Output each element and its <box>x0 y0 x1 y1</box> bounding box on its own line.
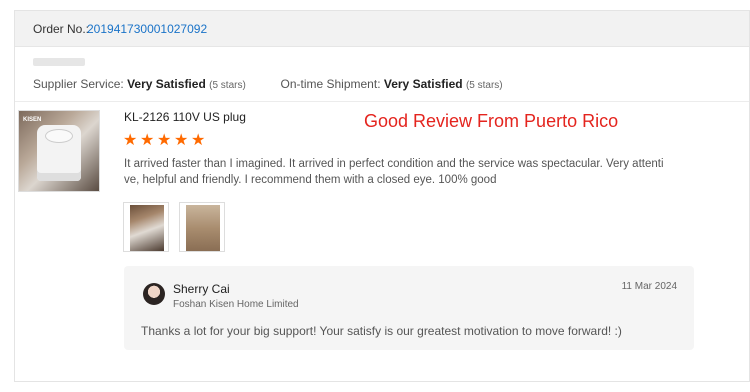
section-divider <box>15 101 749 102</box>
review-photo-thumbnail[interactable] <box>123 202 169 252</box>
supplier-service-label: Supplier Service: <box>33 77 124 91</box>
avatar <box>143 283 165 305</box>
review-headline: Good Review From Puerto Rico <box>364 111 619 131</box>
review-text: It arrived faster than I imagined. It ar… <box>124 158 664 186</box>
star-icon: ★ <box>140 132 155 149</box>
wash-bowl-icon <box>45 129 73 143</box>
photo-icon <box>186 205 220 251</box>
product-image[interactable]: KISEN <box>18 110 100 192</box>
order-number-link[interactable]: 201941730001027092 <box>87 22 207 36</box>
star-icon: ★ <box>123 132 138 149</box>
ratings-summary: Supplier Service: Very Satisfied (5 star… <box>33 77 503 91</box>
shipment-value: Very Satisfied <box>383 77 463 91</box>
brand-logo-icon: KISEN <box>23 117 42 123</box>
reply-author-company: Foshan Kisen Home Limited <box>173 299 299 310</box>
shipment-label: On-time Shipment: <box>280 77 381 91</box>
star-icon: ★ <box>191 132 206 149</box>
supplier-reply: Sherry Cai Foshan Kisen Home Limited 11 … <box>124 266 694 350</box>
order-header: Order No.: 201941730001027092 <box>15 11 749 47</box>
reply-author-name: Sherry Cai <box>173 282 230 296</box>
supplier-service-stars: (5 stars) <box>209 80 246 91</box>
review-photo-thumbnail[interactable] <box>179 202 225 252</box>
reply-text: Thanks a lot for your big support! Your … <box>141 324 622 338</box>
photo-icon <box>130 205 164 251</box>
shipment-stars: (5 stars) <box>465 80 503 91</box>
product-model: KL-2126 110V US plug <box>124 110 246 124</box>
star-rating: ★ ★ ★ ★ ★ <box>123 132 206 149</box>
reply-date: 11 Mar 2024 <box>621 281 677 292</box>
buyer-name-redacted <box>33 58 85 66</box>
order-label: Order No.: <box>33 22 90 36</box>
supplier-service-value: Very Satisfied <box>127 77 206 91</box>
star-icon: ★ <box>174 132 189 149</box>
star-icon: ★ <box>157 132 172 149</box>
